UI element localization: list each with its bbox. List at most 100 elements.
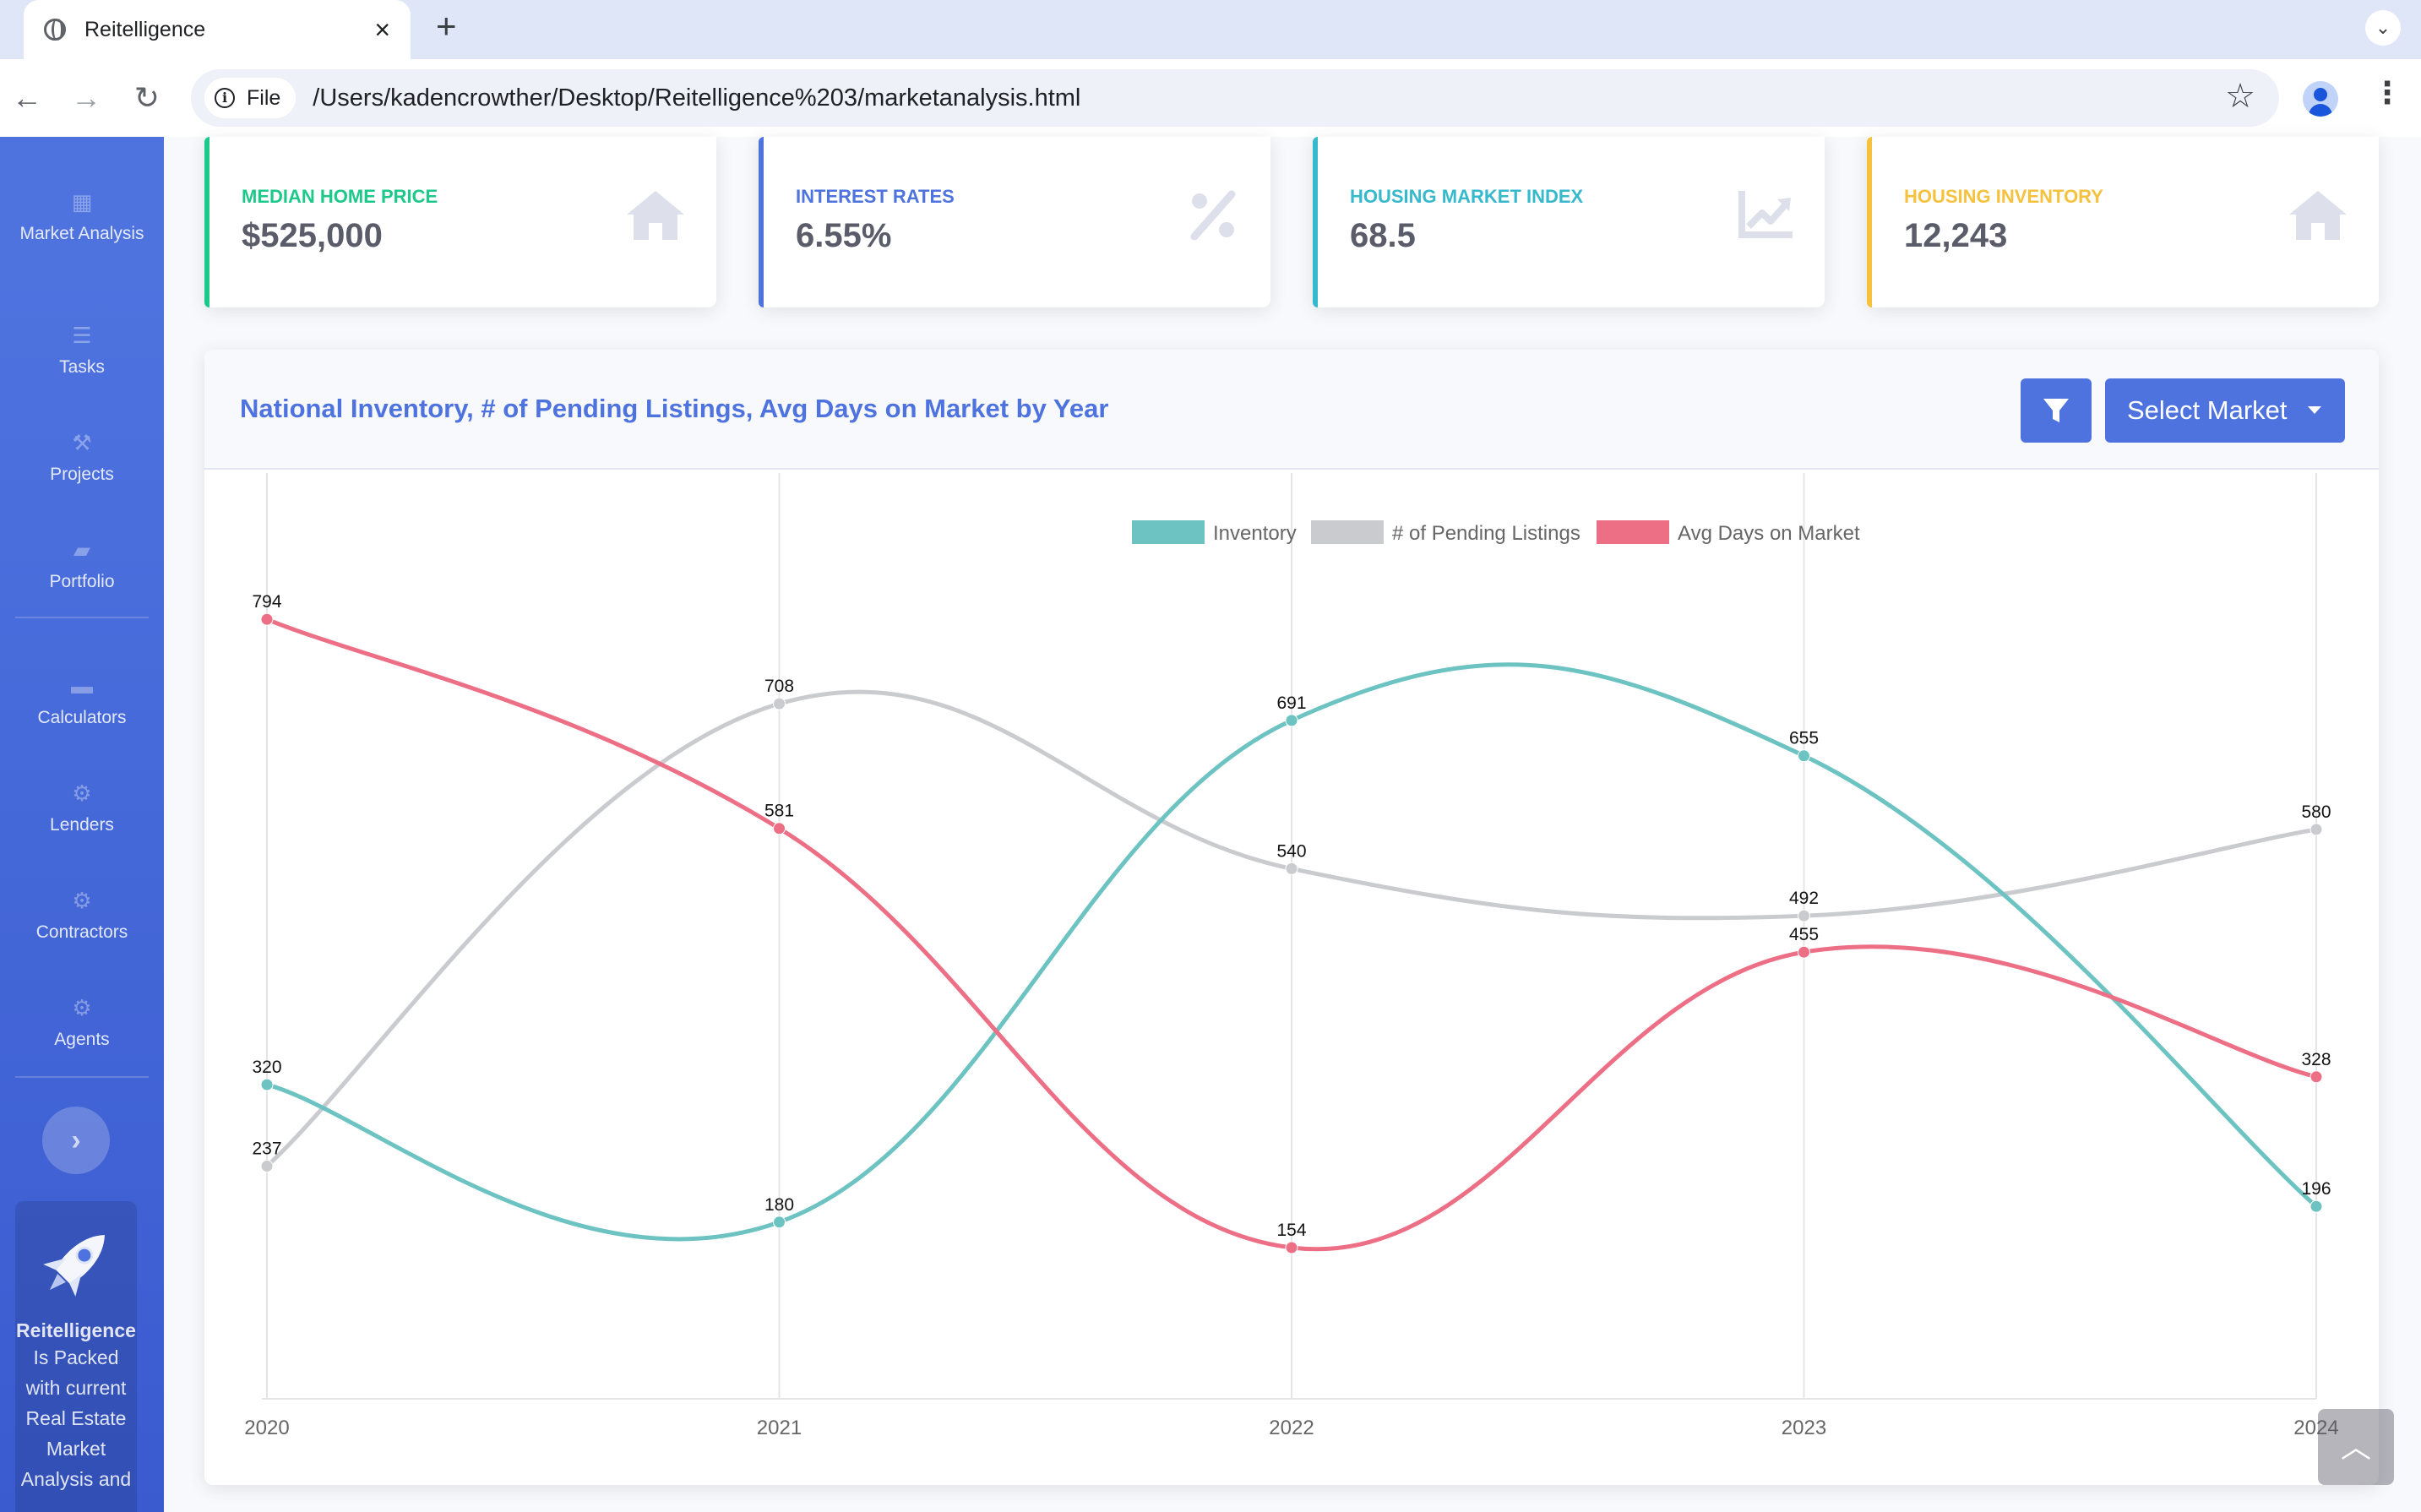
- card-label: Interest Rates: [796, 186, 955, 207]
- rocket-icon: [43, 1235, 105, 1297]
- data-point: [1798, 749, 1810, 763]
- stat-card-housing-inventory: Housing Inventory 12,243: [1867, 137, 2379, 307]
- legend-swatch: [1597, 520, 1669, 544]
- card-value: $525,000: [242, 217, 383, 254]
- sidebar-item-calculators[interactable]: ▬ Calculators: [0, 673, 164, 731]
- card-label: Housing Market Index: [1350, 186, 1584, 207]
- data-point: [260, 1078, 274, 1091]
- filter-icon: [2043, 399, 2069, 422]
- forward-button[interactable]: →: [66, 78, 106, 118]
- sidebar-item-contractors[interactable]: ⚙ Contractors: [0, 888, 164, 945]
- new-tab-button[interactable]: +: [436, 8, 457, 44]
- tab-title: Reitelligence: [84, 17, 206, 41]
- home-icon: [627, 191, 684, 240]
- data-label: 492: [1789, 889, 1819, 908]
- site-info-chip[interactable]: i File: [204, 78, 297, 118]
- line-chart: 2020 2021 2022 2023 2024Inventory # of Pendin…: [244, 473, 2339, 1439]
- select-market-label: Select Market: [2127, 395, 2288, 425]
- sidebar-item-label: Tasks: [59, 357, 105, 377]
- chart-title: National Inventory, # of Pending Listing…: [240, 394, 1109, 423]
- card-accent-bar: [1313, 137, 1318, 307]
- scroll-to-top-button[interactable]: ︿: [2318, 1409, 2394, 1485]
- x-tick-label: 2023: [1782, 1417, 1826, 1439]
- browser-tab[interactable]: Reitelligence ×: [24, 0, 411, 59]
- file-chip-label: File: [247, 85, 281, 110]
- sidebar-item-projects[interactable]: ⚒ Projects: [0, 430, 164, 487]
- filter-button[interactable]: [2021, 378, 2092, 443]
- gear-icon: ⚙: [72, 995, 92, 1020]
- data-label: 180: [764, 1195, 794, 1215]
- data-label: 540: [1276, 841, 1306, 861]
- data-point: [1285, 714, 1298, 727]
- data-point: [260, 612, 274, 626]
- x-tick-label: 2021: [757, 1417, 802, 1439]
- sidebar-item-label: Portfolio: [49, 572, 115, 591]
- sidebar-item-agents[interactable]: ⚙ Agents: [0, 995, 164, 1052]
- sidebar-toggle-button[interactable]: ›: [42, 1107, 110, 1174]
- data-label: 691: [1276, 693, 1306, 713]
- data-point: [773, 1216, 786, 1229]
- data-point: [1798, 909, 1810, 922]
- home-icon: [2289, 191, 2347, 240]
- stat-card-housing-market-index: Housing Market Index 68.5: [1313, 137, 1825, 307]
- tab-search-button[interactable]: ⌄: [2365, 10, 2401, 46]
- globe-icon: [44, 19, 66, 41]
- folder-open-icon: ▰: [73, 537, 90, 563]
- gear-icon: ⚙: [72, 888, 92, 913]
- data-label: 655: [1789, 729, 1819, 748]
- sidebar-item-label: Agents: [54, 1030, 110, 1049]
- card-label: Housing Inventory: [1904, 186, 2103, 207]
- browser-menu-icon[interactable]: ⋮: [2372, 78, 2402, 108]
- sidebar: ▦ Market Analysis ☰ Tasks ⚒ Projects ▰ P…: [0, 137, 164, 1512]
- data-label: 581: [764, 802, 794, 821]
- gear-icon: ⚙: [72, 780, 92, 806]
- card-accent-bar: [204, 137, 209, 307]
- data-point: [2309, 823, 2323, 836]
- data-point: [773, 697, 786, 710]
- sidebar-item-label: Projects: [50, 465, 114, 484]
- caret-down-icon: [2308, 406, 2321, 414]
- profile-avatar[interactable]: [2303, 81, 2338, 117]
- data-label: 328: [2301, 1050, 2331, 1069]
- sidebar-item-label: Market Analysis: [19, 224, 144, 243]
- close-icon[interactable]: ×: [374, 16, 390, 43]
- url-text[interactable]: /Users/kadencrowther/Desktop/Reitelligen…: [313, 84, 1080, 112]
- promo-text: Is Packed with current Real Estate Marke…: [20, 1346, 132, 1490]
- market-chart-card: National Inventory, # of Pending Listing…: [204, 350, 2379, 1485]
- promo-title: Reitelligence: [16, 1319, 136, 1341]
- sidebar-item-lenders[interactable]: ⚙ Lenders: [0, 780, 164, 838]
- legend-item: Avg Days on Market: [1597, 520, 1860, 545]
- data-label: 237: [252, 1139, 281, 1159]
- browser-tab-strip: Reitelligence × + ⌄: [0, 0, 2421, 59]
- card-accent-bar: [759, 137, 764, 307]
- folder-icon: ▬: [71, 673, 93, 699]
- data-label: 154: [1276, 1221, 1306, 1240]
- sidebar-item-tasks[interactable]: ☰ Tasks: [0, 323, 164, 380]
- card-value: 6.55%: [796, 217, 892, 254]
- sidebar-item-market-analysis[interactable]: ▦ Market Analysis: [0, 189, 164, 247]
- card-value: 68.5: [1350, 217, 1416, 254]
- browser-toolbar: ← → ↻ i File /Users/kadencrowther/Deskto…: [0, 59, 2421, 137]
- wrench-icon: ⚒: [72, 430, 92, 455]
- select-market-dropdown[interactable]: Select Market: [2105, 378, 2345, 443]
- chart-line-icon: [1738, 191, 1793, 238]
- x-tick-label: 2022: [1269, 1417, 1314, 1439]
- reload-button[interactable]: ↻: [127, 78, 167, 118]
- stat-card-median-home-price: Median Home Price $525,000: [204, 137, 716, 307]
- sidebar-divider: [15, 1076, 149, 1078]
- bookmark-star-icon[interactable]: ☆: [2225, 79, 2255, 113]
- data-point: [260, 1160, 274, 1173]
- sidebar-item-label: Calculators: [37, 708, 127, 727]
- data-label: 708: [764, 677, 794, 696]
- back-button[interactable]: ←: [7, 78, 47, 118]
- stat-card-interest-rates: Interest Rates 6.55%: [759, 137, 1270, 307]
- sidebar-item-portfolio[interactable]: ▰ Portfolio: [0, 537, 164, 595]
- sidebar-promo-card: Reitelligence Is Packed with current Rea…: [15, 1201, 137, 1512]
- data-point: [1798, 945, 1810, 959]
- x-tick-label: 2020: [244, 1417, 289, 1439]
- data-label: 794: [252, 592, 281, 612]
- address-bar[interactable]: i File /Users/kadencrowther/Desktop/Reit…: [191, 69, 2279, 127]
- data-label: 196: [2301, 1179, 2331, 1199]
- data-label: 320: [252, 1058, 281, 1077]
- data-label: 580: [2301, 802, 2331, 822]
